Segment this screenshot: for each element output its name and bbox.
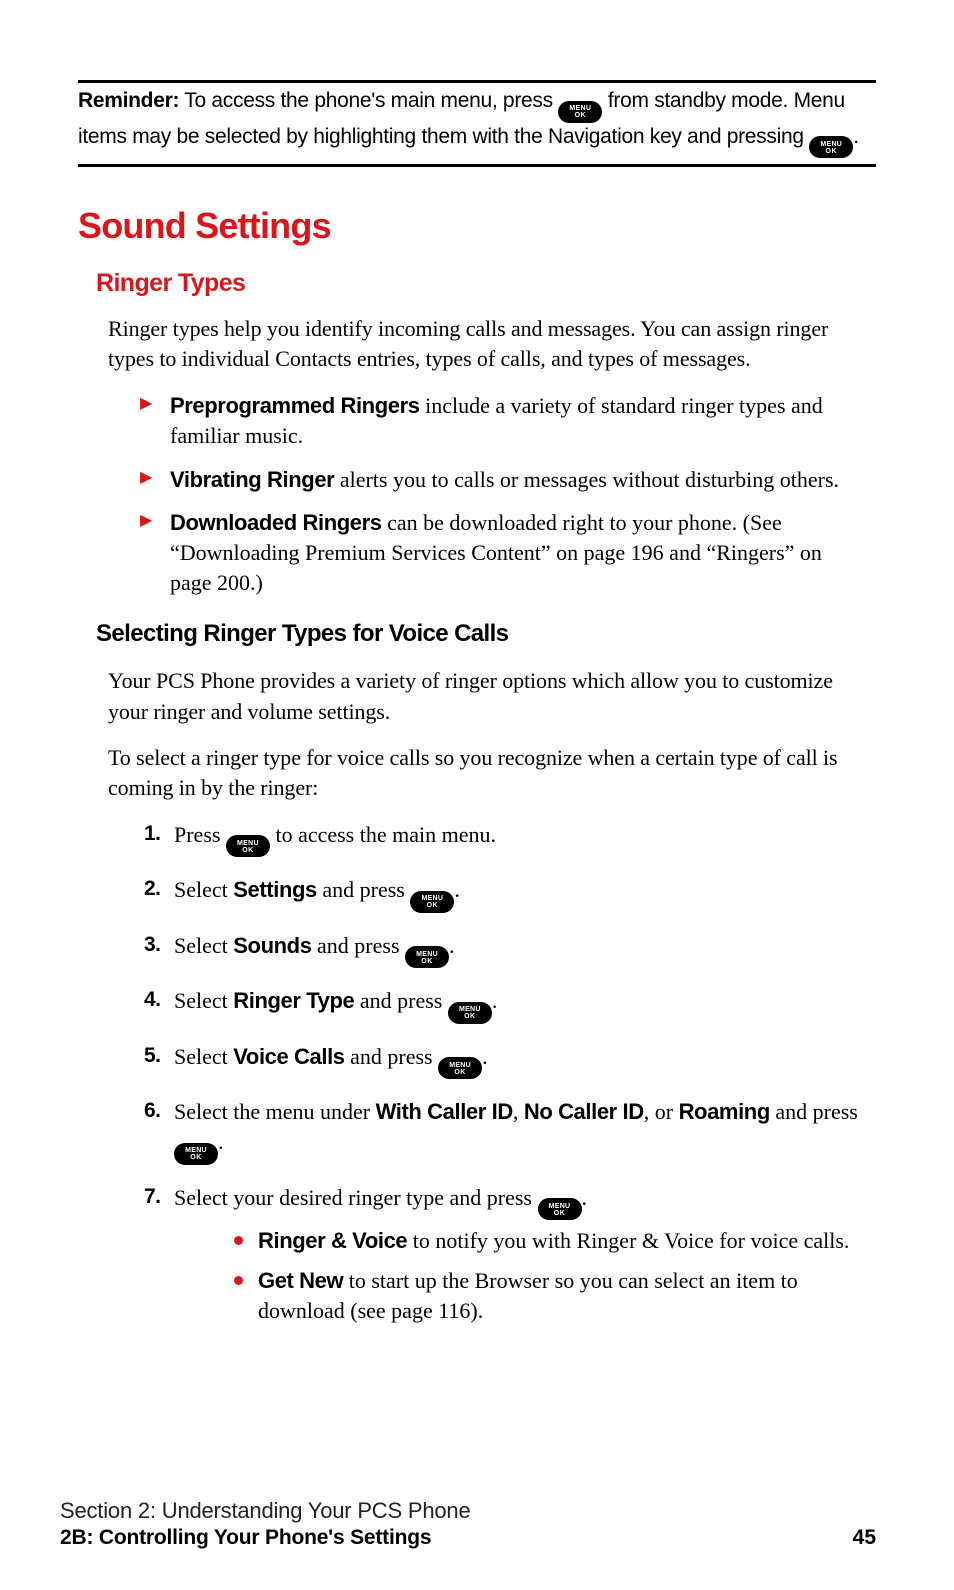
reminder-text-3: .	[853, 125, 859, 148]
page-footer: Section 2: Understanding Your PCS Phone …	[60, 1498, 876, 1550]
reminder-box: Reminder: To access the phone's main men…	[78, 80, 876, 167]
intro-paragraph: Ringer types help you identify incoming …	[108, 314, 868, 375]
menu-ok-key-icon: MENUOK	[438, 1057, 482, 1079]
reminder-label: Reminder:	[78, 89, 179, 112]
step-item: 1. Press MENUOK to access the main menu.	[144, 820, 860, 858]
list-item: Vibrating Ringer alerts you to calls or …	[140, 465, 860, 495]
body-paragraph: To select a ringer type for voice calls …	[108, 743, 868, 804]
step-item: 4. Select Ringer Type and press MENUOK.	[144, 986, 860, 1024]
list-item: Downloaded Ringers can be downloaded rig…	[140, 508, 860, 598]
footer-section-title: Section 2: Understanding Your PCS Phone	[60, 1498, 876, 1524]
reminder-text-1: To access the phone's main menu, press	[179, 89, 558, 112]
menu-ok-key-icon: MENUOK	[558, 101, 602, 123]
menu-ok-key-icon: MENUOK	[226, 835, 270, 857]
ringer-type-list: Preprogrammed Ringers include a variety …	[140, 391, 860, 598]
steps-list: 1. Press MENUOK to access the main menu.…	[144, 820, 860, 1327]
menu-ok-key-icon: MENUOK	[410, 891, 454, 913]
menu-ok-key-icon: MENUOK	[809, 136, 853, 158]
heading-sound-settings: Sound Settings	[78, 205, 876, 247]
sub-option-list: Ringer & Voice to notify you with Ringer…	[234, 1226, 860, 1326]
list-item: Get New to start up the Browser so you c…	[234, 1266, 860, 1326]
body-paragraph: Your PCS Phone provides a variety of rin…	[108, 666, 868, 727]
menu-ok-key-icon: MENUOK	[174, 1143, 218, 1165]
menu-ok-key-icon: MENUOK	[405, 946, 449, 968]
step-item: 2. Select Settings and press MENUOK.	[144, 875, 860, 913]
manual-page: Reminder: To access the phone's main men…	[0, 0, 954, 1326]
list-item: Ringer & Voice to notify you with Ringer…	[234, 1226, 860, 1256]
heading-ringer-types: Ringer Types	[96, 269, 876, 298]
step-item: 6. Select the menu under With Caller ID,…	[144, 1097, 860, 1165]
menu-ok-key-icon: MENUOK	[448, 1002, 492, 1024]
step-item: 7. Select your desired ringer type and p…	[144, 1183, 860, 1326]
menu-ok-key-icon: MENUOK	[538, 1198, 582, 1220]
step-item: 3. Select Sounds and press MENUOK.	[144, 931, 860, 969]
list-item: Preprogrammed Ringers include a variety …	[140, 391, 860, 451]
page-number: 45	[853, 1526, 876, 1550]
footer-subsection-title: 2B: Controlling Your Phone's Settings	[60, 1526, 431, 1550]
heading-selecting-ringer-types: Selecting Ringer Types for Voice Calls	[96, 620, 876, 648]
step-item: 5. Select Voice Calls and press MENUOK.	[144, 1042, 860, 1080]
